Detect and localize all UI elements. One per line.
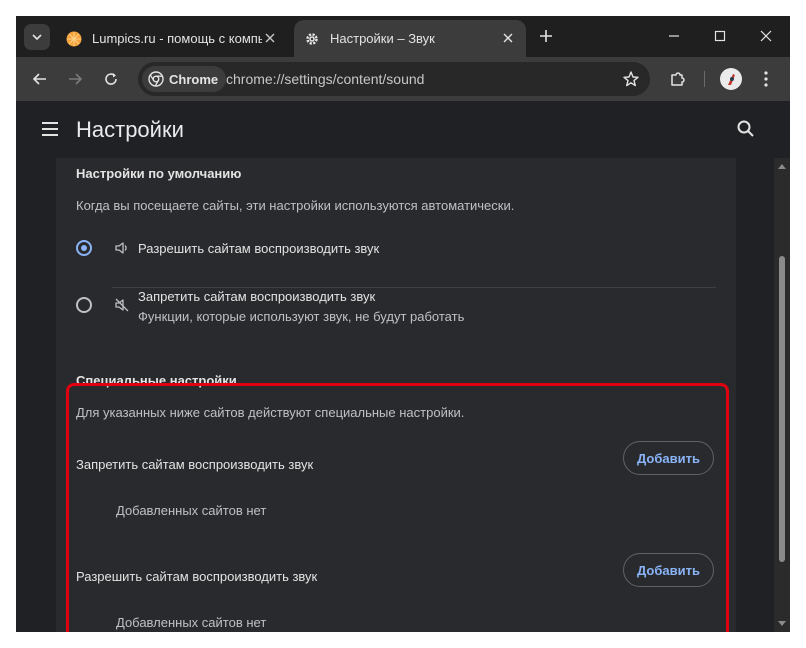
arrow-left-icon (32, 73, 46, 85)
address-bar[interactable]: Chrome chrome://settings/content/sound (138, 62, 650, 96)
hamburger-menu-icon[interactable] (40, 119, 60, 139)
default-settings-heading: Настройки по умолчанию (76, 166, 242, 181)
scroll-down-arrow-icon[interactable] (778, 621, 786, 626)
tab-search-button[interactable] (24, 24, 50, 50)
volume-off-icon (114, 297, 130, 313)
tab-strip: Lumpics.ru - помощь с компьютером Настро… (16, 16, 790, 57)
minimize-icon (669, 35, 679, 37)
close-window-button[interactable] (743, 16, 789, 56)
tab-settings-sound[interactable]: Настройки – Звук (294, 20, 526, 57)
maximize-button[interactable] (697, 16, 743, 56)
settings-header: Настройки (16, 101, 790, 158)
volume-icon (114, 240, 130, 256)
orange-favicon-icon (66, 31, 82, 47)
avatar-icon (728, 74, 735, 85)
tab-lumpics[interactable]: Lumpics.ru - помощь с компьютером (56, 20, 288, 57)
browser-window: Lumpics.ru - помощь с компьютером Настро… (16, 16, 790, 632)
extensions-button[interactable] (666, 67, 690, 91)
scrollbar[interactable] (774, 158, 790, 632)
menu-button[interactable] (754, 67, 778, 91)
close-tab-icon[interactable] (500, 30, 516, 46)
minimize-button[interactable] (651, 16, 697, 56)
site-info-chip[interactable]: Chrome (142, 66, 227, 92)
block-sound-sublabel: Функции, которые используют звук, не буд… (138, 309, 465, 324)
tab-title: Настройки – Звук (330, 31, 435, 46)
arrow-right-icon (69, 73, 83, 85)
plus-icon (540, 30, 552, 42)
back-button[interactable] (28, 67, 52, 91)
search-icon[interactable] (736, 119, 756, 139)
allow-sound-label[interactable]: Разрешить сайтам воспроизводить звук (138, 241, 379, 256)
gear-icon (304, 31, 320, 47)
new-tab-button[interactable] (536, 26, 556, 46)
close-icon (760, 30, 772, 42)
maximize-icon (714, 30, 726, 42)
block-sound-radio[interactable] (76, 297, 92, 313)
chevron-down-icon (32, 34, 42, 41)
chip-label: Chrome (169, 71, 219, 87)
tab-title: Lumpics.ru - помощь с компьютером (92, 31, 262, 46)
bookmark-star-icon[interactable] (622, 70, 640, 88)
puzzle-icon (671, 72, 685, 86)
settings-content: Настройки по умолчанию Когда вы посещает… (16, 158, 774, 632)
page-title: Настройки (76, 117, 184, 142)
url-text[interactable]: chrome://settings/content/sound (226, 71, 424, 87)
scroll-up-arrow-icon[interactable] (778, 164, 786, 169)
forward-button[interactable] (63, 67, 87, 91)
reload-icon (105, 73, 117, 85)
divider (112, 287, 716, 288)
scrollbar-thumb[interactable] (779, 256, 785, 562)
profile-avatar[interactable] (720, 68, 742, 90)
toolbar: Chrome chrome://settings/content/sound (16, 57, 790, 101)
reload-button[interactable] (99, 67, 123, 91)
block-sound-label[interactable]: Запретить сайтам воспроизводить звук (138, 289, 375, 304)
close-tab-icon[interactable] (262, 30, 278, 46)
allow-sound-radio[interactable] (76, 240, 92, 256)
chrome-logo-icon (148, 71, 164, 87)
highlight-frame (66, 383, 729, 632)
more-vertical-icon (764, 71, 768, 87)
toolbar-divider (704, 71, 705, 87)
default-settings-description: Когда вы посещаете сайты, эти настройки … (76, 198, 515, 213)
